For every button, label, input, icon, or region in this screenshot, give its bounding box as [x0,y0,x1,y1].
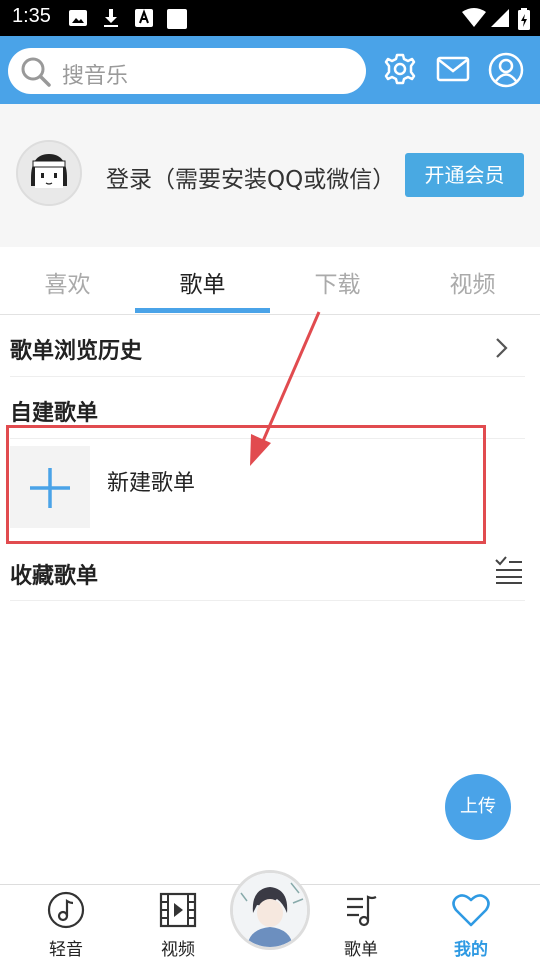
now-playing-disc[interactable] [230,870,310,950]
collected-playlists-header: 收藏歌单 [10,564,99,589]
nav-playlist-label: 歌单 [344,940,378,960]
heart-icon [451,891,491,929]
nav-music[interactable]: 轻音 [26,891,106,960]
music-note-icon [46,891,86,929]
nav-mine[interactable]: 我的 [431,891,511,960]
film-icon [158,891,198,929]
upload-button[interactable]: 上传 [445,774,511,840]
nav-playlist[interactable]: 歌单 [321,891,401,960]
nav-video-label: 视频 [161,940,195,960]
nav-music-label: 轻音 [49,940,83,960]
manage-list-icon[interactable] [494,556,524,584]
nav-video[interactable]: 视频 [138,891,218,960]
nav-mine-label: 我的 [454,940,488,960]
divider [10,600,525,601]
playlist-icon [341,891,381,929]
